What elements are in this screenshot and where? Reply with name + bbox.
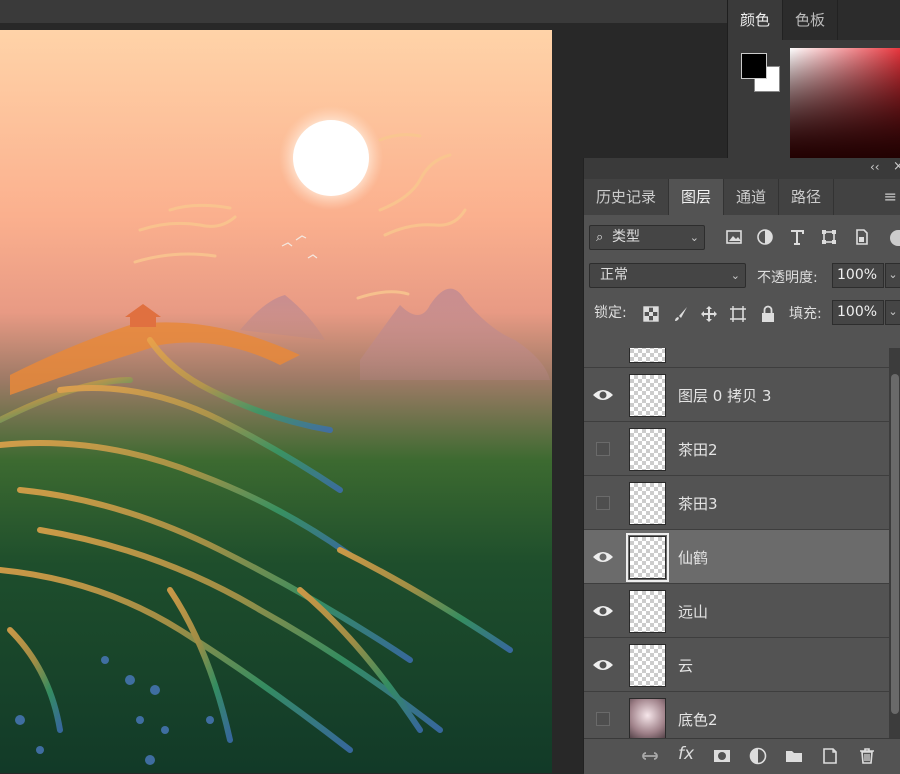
- tab-layers[interactable]: 图层: [669, 179, 725, 215]
- blend-row: 正常 ⌄ 不透明度: 100% ⌄: [584, 262, 900, 292]
- eye-icon[interactable]: [592, 547, 614, 567]
- lock-position-icon[interactable]: [700, 305, 718, 323]
- document-canvas[interactable]: [0, 30, 552, 773]
- eye-icon[interactable]: [592, 655, 614, 675]
- layer-name: 茶田2: [678, 441, 718, 459]
- panel-menu-icon[interactable]: ≡: [884, 187, 897, 206]
- layer-name: 茶田3: [678, 495, 718, 513]
- options-bar: [0, 0, 727, 23]
- color-panel-tabs: 颜色 色板: [728, 0, 900, 40]
- shape-filter-icon[interactable]: [820, 228, 838, 246]
- layer-row[interactable]: 远山: [584, 584, 889, 638]
- artwork: [0, 106, 550, 765]
- layer-row[interactable]: 云: [584, 638, 889, 692]
- blend-mode-value: 正常: [600, 267, 628, 283]
- image-filter-icon[interactable]: [725, 228, 743, 246]
- lock-row: 锁定: 填充: 100% ⌄: [584, 299, 900, 329]
- lock-artboard-icon[interactable]: [729, 305, 747, 323]
- layer-name: 图层 0 拷贝 3: [678, 387, 772, 405]
- birds: [281, 235, 318, 259]
- trash-icon[interactable]: [857, 746, 877, 766]
- scrollbar-thumb[interactable]: [891, 374, 899, 714]
- adjustment-filter-icon[interactable]: [756, 228, 774, 246]
- opacity-label: 不透明度:: [757, 270, 818, 286]
- folder-icon[interactable]: [784, 746, 804, 766]
- layer-name: 底色2: [678, 711, 718, 729]
- eye-icon[interactable]: [592, 601, 614, 621]
- fx-icon[interactable]: fx: [678, 744, 698, 764]
- fill-label: 填充:: [789, 306, 822, 322]
- color-picker-field[interactable]: [790, 48, 900, 158]
- layer-row[interactable]: 茶田2: [584, 422, 889, 476]
- layer-thumbnail: [629, 590, 666, 633]
- mask-icon[interactable]: [712, 746, 732, 766]
- lock-all-icon[interactable]: [759, 305, 777, 323]
- filter-row: ⌕ 类型 ⌄: [584, 224, 900, 254]
- layer-thumbnail: [629, 644, 666, 687]
- visibility-toggle[interactable]: [596, 712, 610, 726]
- adjustment-icon[interactable]: [748, 746, 768, 766]
- layer-name: 远山: [678, 603, 709, 621]
- eye-icon[interactable]: [592, 348, 614, 351]
- layer-row-selected[interactable]: 仙鹤: [584, 530, 889, 584]
- terraces: [0, 337, 513, 753]
- tab-swatches[interactable]: 色板: [783, 0, 839, 40]
- color-panel: 颜色 色板: [727, 0, 900, 158]
- sun: [279, 106, 383, 210]
- lock-image-pixels-icon[interactable]: [672, 305, 690, 323]
- lock-transparent-pixels-icon[interactable]: [642, 305, 660, 323]
- link-icon[interactable]: [640, 746, 660, 766]
- layer-name: 云: [678, 657, 694, 675]
- layer-row[interactable]: [584, 348, 889, 368]
- foreground-color-swatch[interactable]: [741, 53, 767, 79]
- tab-paths[interactable]: 路径: [779, 179, 835, 215]
- tab-color[interactable]: 颜色: [728, 0, 784, 40]
- lock-label: 锁定:: [594, 305, 627, 321]
- opacity-dropdown-arrow[interactable]: ⌄: [885, 263, 900, 288]
- layer-thumbnail: [629, 482, 666, 525]
- blend-mode-dropdown[interactable]: 正常 ⌄: [589, 263, 746, 288]
- leaf-dots: [15, 656, 214, 765]
- layer-list: 图层 0 拷贝 3 茶田2 茶田3 仙鹤 远山 云 底色2: [584, 348, 889, 738]
- layer-thumbnail: [629, 698, 666, 738]
- layer-name: 仙鹤: [678, 549, 709, 567]
- layers-bottom-bar: fx: [584, 738, 900, 774]
- layer-thumbnail: [629, 428, 666, 471]
- new-layer-icon[interactable]: [820, 746, 840, 766]
- layer-row[interactable]: 底色2: [584, 692, 889, 738]
- chevron-down-icon: ⌄: [689, 231, 699, 244]
- workspace: 颜色 色板 ‹‹ × 历史记录 图层 通道 路径 ≡ ⌕ 类型 ⌄ 正常 ⌄ 不…: [0, 0, 900, 774]
- filter-toggle[interactable]: [890, 230, 900, 246]
- eye-icon[interactable]: [592, 385, 614, 405]
- smart-object-filter-icon[interactable]: [852, 228, 870, 246]
- visibility-toggle[interactable]: [596, 496, 610, 510]
- fill-input[interactable]: 100%: [832, 300, 884, 325]
- panel-collapse-bar: ‹‹ ×: [584, 158, 900, 179]
- filter-kind-label: 类型: [612, 229, 640, 245]
- tab-channels[interactable]: 通道: [724, 179, 780, 215]
- type-filter-icon[interactable]: [788, 228, 806, 246]
- layer-thumbnail: [626, 533, 669, 582]
- layer-row[interactable]: 图层 0 拷贝 3: [584, 368, 889, 422]
- visibility-toggle[interactable]: [596, 442, 610, 456]
- layer-thumbnail: [629, 374, 666, 417]
- layers-panel-tabs: 历史记录 图层 通道 路径 ≡: [584, 179, 900, 215]
- layer-row[interactable]: 茶田3: [584, 476, 889, 530]
- chevron-down-icon: ⌄: [730, 269, 740, 282]
- collapse-icon[interactable]: ‹‹: [870, 160, 880, 174]
- close-icon[interactable]: ×: [893, 159, 900, 174]
- layer-thumbnail: [629, 348, 666, 363]
- filter-kind-dropdown[interactable]: ⌕ 类型 ⌄: [589, 225, 705, 250]
- fill-dropdown-arrow[interactable]: ⌄: [885, 300, 900, 325]
- opacity-input[interactable]: 100%: [832, 263, 884, 288]
- search-icon: ⌕: [596, 230, 604, 245]
- distant-mountains: [240, 288, 550, 380]
- tab-history[interactable]: 历史记录: [584, 179, 670, 215]
- layers-panel: ‹‹ × 历史记录 图层 通道 路径 ≡ ⌕ 类型 ⌄ 正常 ⌄ 不透明度: 1…: [583, 158, 900, 774]
- layer-list-scrollbar[interactable]: [889, 348, 900, 738]
